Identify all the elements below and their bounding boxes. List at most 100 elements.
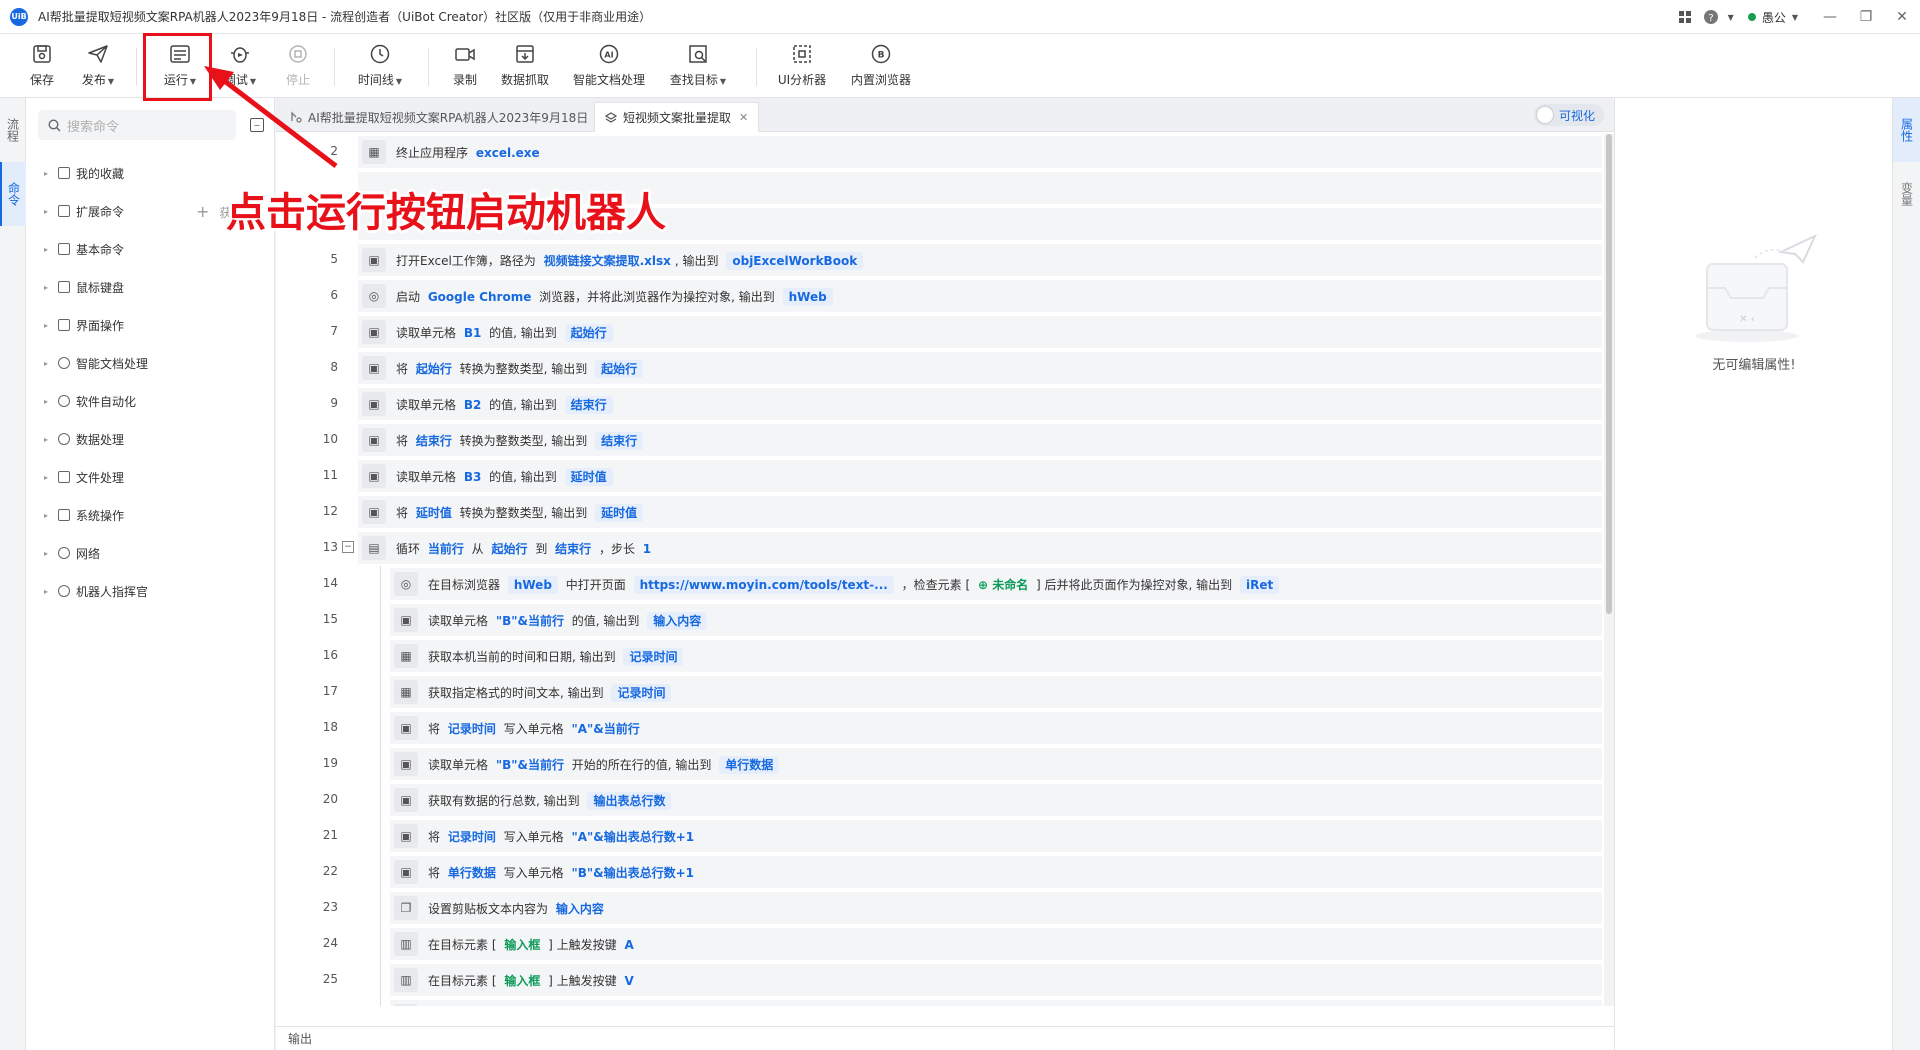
command-row[interactable]: 12 ▣ 将 延时值 转换为整数类型, 输出到 延时值 — [276, 494, 1602, 528]
command-row[interactable]: 21 ▣ 将 记录时间 写入单元格 "A"&输出表总行数+1 — [276, 818, 1602, 852]
expand-arrow-icon[interactable]: ▸ — [44, 587, 58, 596]
expand-arrow-icon[interactable]: ▸ — [44, 283, 58, 292]
builtin-browser-button[interactable]: B 内置浏览器 — [850, 40, 912, 94]
expand-arrow-icon[interactable]: ▸ — [44, 473, 58, 482]
save-button[interactable]: 保存 — [24, 40, 60, 94]
command-row[interactable]: 23 ❐ 设置剪贴板文本内容为 输入内容 — [276, 890, 1602, 924]
command-block[interactable]: ▣ 将 延时值 转换为整数类型, 输出到 延时值 — [358, 496, 1602, 528]
target-element-tag[interactable]: ⊕ 未命名 — [978, 578, 1028, 592]
command-row[interactable]: 6 ◎ 启动 Google Chrome 浏览器，并将此浏览器作为操控对象, 输出到… — [276, 278, 1602, 312]
user-name[interactable]: 愚公 — [1762, 9, 1786, 26]
target-element-tag[interactable]: 输入框 — [504, 938, 540, 952]
command-category[interactable]: ▸ 鼠标键盘 — [44, 276, 124, 298]
tab-sub-flow[interactable]: 短视频文案批量提取 ✕ — [594, 102, 760, 132]
command-block[interactable]: ▣ 读取单元格 "B"&当前行 开始的所在行的值, 输出到 单行数据 — [390, 748, 1602, 780]
command-block[interactable]: ▣ 获取有数据的行总数, 输出到 输出表总行数 — [390, 784, 1602, 816]
command-row[interactable]: 20 ▣ 获取有数据的行总数, 输出到 输出表总行数 — [276, 782, 1602, 816]
stop-button[interactable]: 停止 — [280, 40, 316, 94]
publish-button[interactable]: 发布 ▼ — [76, 40, 120, 94]
command-block[interactable]: ▣ 将 结束行 转换为整数类型, 输出到 结束行 — [358, 424, 1602, 456]
command-block[interactable]: ▣ 将 单行数据 写入单元格 "B"&输出表总行数+1 — [390, 856, 1602, 888]
command-row[interactable]: 17 ▦ 获取指定格式的时间文本, 输出到 记录时间 — [276, 674, 1602, 708]
variable-pill[interactable]: 输入内容 — [647, 611, 708, 630]
variable-pill[interactable]: 起始行 — [564, 323, 613, 342]
variable-pill[interactable]: iRet — [1239, 575, 1280, 594]
help-chevron-down-icon[interactable]: ▼ — [1728, 13, 1734, 22]
record-button[interactable]: 录制 — [450, 40, 480, 94]
variable-pill[interactable]: objExcelWorkBook — [726, 251, 864, 270]
command-row[interactable]: 11 ▣ 读取单元格 B3 的值, 输出到 延时值 — [276, 458, 1602, 492]
collapse-all-icon[interactable]: − — [250, 118, 264, 132]
expand-arrow-icon[interactable]: ▸ — [44, 397, 58, 406]
smart-doc-button[interactable]: AI 智能文档处理 — [572, 40, 646, 94]
command-category[interactable]: ▸ 界面操作 — [44, 314, 124, 336]
minimize-icon[interactable]: — — [1812, 0, 1848, 34]
command-block[interactable]: ▦ 获取指定格式的时间文本, 输出到 记录时间 — [390, 676, 1602, 708]
expand-arrow-icon[interactable]: ▸ — [44, 435, 58, 444]
tab-variables[interactable]: 变量 — [1893, 162, 1920, 226]
command-row[interactable]: 24 ▥ 在目标元素 [ 输入框 ] 上触发按键 A — [276, 926, 1602, 960]
command-block[interactable]: ▣ 读取单元格 B2 的值, 输出到 结束行 — [358, 388, 1602, 420]
command-row[interactable]: 9 ▣ 读取单元格 B2 的值, 输出到 结束行 — [276, 386, 1602, 420]
command-row[interactable]: 19 ▣ 读取单元格 "B"&当前行 开始的所在行的值, 输出到 单行数据 — [276, 746, 1602, 780]
command-row[interactable]: 7 ▣ 读取单元格 B1 的值, 输出到 起始行 — [276, 314, 1602, 348]
variable-pill[interactable]: 延时值 — [595, 503, 644, 522]
command-row[interactable]: 5 ▣ 打开Excel工作簿，路径为 视频链接文案提取.xlsx, 输出到 objE… — [276, 242, 1602, 276]
output-panel-bar[interactable]: 输出 — [276, 1026, 1614, 1050]
command-block[interactable]: ▦ 获取本机当前的时间和日期, 输出到 记录时间 — [390, 640, 1602, 672]
expand-arrow-icon[interactable]: ▸ — [44, 245, 58, 254]
tab-close-icon[interactable]: ✕ — [739, 111, 748, 124]
fold-toggle-icon[interactable]: − — [342, 541, 354, 553]
expand-arrow-icon[interactable]: ▸ — [44, 207, 58, 216]
expand-arrow-icon[interactable]: ▸ — [44, 169, 58, 178]
command-category[interactable]: ▸ 扩展命令 — [44, 200, 124, 222]
command-block[interactable]: ▣ 读取单元格 "B"&当前行 的值, 输出到 输入内容 — [390, 604, 1602, 636]
tab-main-flow[interactable]: AI帮批量提取短视频文案RPA机器人2023年9月18日 — [280, 102, 598, 132]
user-chevron-down-icon[interactable]: ▼ — [1792, 13, 1798, 22]
variable-pill[interactable]: hWeb — [507, 575, 558, 594]
grid-icon[interactable] — [1674, 6, 1696, 28]
help-icon[interactable]: ? — [1700, 6, 1722, 28]
command-category[interactable]: ▸ 数据处理 — [44, 428, 124, 450]
command-block[interactable]: ▥等待 1000 毫秒后继续运行 — [390, 1000, 1602, 1006]
command-category[interactable]: ▸ 我的收藏 — [44, 162, 124, 184]
command-block[interactable]: ▣ 将 记录时间 写入单元格 "A"&输出表总行数+1 — [390, 820, 1602, 852]
command-block[interactable]: ▥ 在目标元素 [ 输入框 ] 上触发按键 A — [390, 928, 1602, 960]
debug-button[interactable]: 调试 ▼ — [218, 40, 262, 94]
visual-toggle[interactable]: 可视化 — [1534, 104, 1604, 126]
variable-pill[interactable]: 结束行 — [595, 431, 644, 450]
command-block[interactable]: ▤ 循环 当前行 从 起始行 到 结束行 ，步长 1 — [358, 532, 1602, 564]
expand-arrow-icon[interactable]: ▸ — [44, 511, 58, 520]
command-row[interactable]: 10 ▣ 将 结束行 转换为整数类型, 输出到 结束行 — [276, 422, 1602, 456]
ui-analyzer-button[interactable]: UI分析器 — [776, 40, 828, 94]
timeline-button[interactable]: 时间线 ▼ — [352, 40, 408, 94]
command-row[interactable]: 14 ◎ 在目标浏览器 hWeb 中打开页面 https://www.moyin.c… — [276, 566, 1602, 600]
command-row[interactable]: 22 ▣ 将 单行数据 写入单元格 "B"&输出表总行数+1 — [276, 854, 1602, 888]
command-category[interactable]: ▸ 基本命令 — [44, 238, 124, 260]
close-icon[interactable]: ✕ — [1884, 0, 1920, 34]
command-row[interactable]: 13− ▤ 循环 当前行 从 起始行 到 结束行 ，步长 1 — [276, 530, 1602, 564]
variable-pill[interactable]: 输出表总行数 — [587, 791, 672, 810]
command-row[interactable]: 18 ▣ 将 记录时间 写入单元格 "A"&当前行 — [276, 710, 1602, 744]
variable-pill[interactable]: 记录时间 — [623, 647, 684, 666]
variable-pill[interactable]: 起始行 — [595, 359, 644, 378]
expand-arrow-icon[interactable]: ▸ — [44, 549, 58, 558]
command-block[interactable]: ▦ 终止应用程序 excel.exe — [358, 136, 1602, 168]
tab-properties[interactable]: 属性 — [1893, 98, 1920, 162]
command-row[interactable]: 26▥等待 1000 毫秒后继续运行 — [276, 998, 1602, 1006]
command-row[interactable]: 15 ▣ 读取单元格 "B"&当前行 的值, 输出到 输入内容 — [276, 602, 1602, 636]
variable-pill[interactable]: 单行数据 — [719, 755, 780, 774]
expand-arrow-icon[interactable]: ▸ — [44, 321, 58, 330]
command-block[interactable]: ◎ 在目标浏览器 hWeb 中打开页面 https://www.moyin.com… — [390, 568, 1602, 600]
command-block[interactable]: ▣ 读取单元格 B1 的值, 输出到 起始行 — [358, 316, 1602, 348]
command-category[interactable]: ▸ 软件自动化 — [44, 390, 136, 412]
variable-pill[interactable]: 记录时间 — [611, 683, 672, 702]
expand-arrow-icon[interactable]: ▸ — [44, 359, 58, 368]
variable-pill[interactable]: https://www.moyin.com/tools/text-... — [633, 575, 894, 594]
scrollbar-thumb[interactable] — [1606, 134, 1612, 614]
data-scrape-button[interactable]: 数据抓取 — [498, 40, 552, 94]
find-target-button[interactable]: 查找目标 ▼ — [668, 40, 728, 94]
command-block[interactable]: ▣ 打开Excel工作簿，路径为 视频链接文案提取.xlsx, 输出到 objEx… — [358, 244, 1602, 276]
command-row[interactable]: 8 ▣ 将 起始行 转换为整数类型, 输出到 起始行 — [276, 350, 1602, 384]
command-search-input[interactable]: 搜索命令 — [38, 110, 236, 140]
